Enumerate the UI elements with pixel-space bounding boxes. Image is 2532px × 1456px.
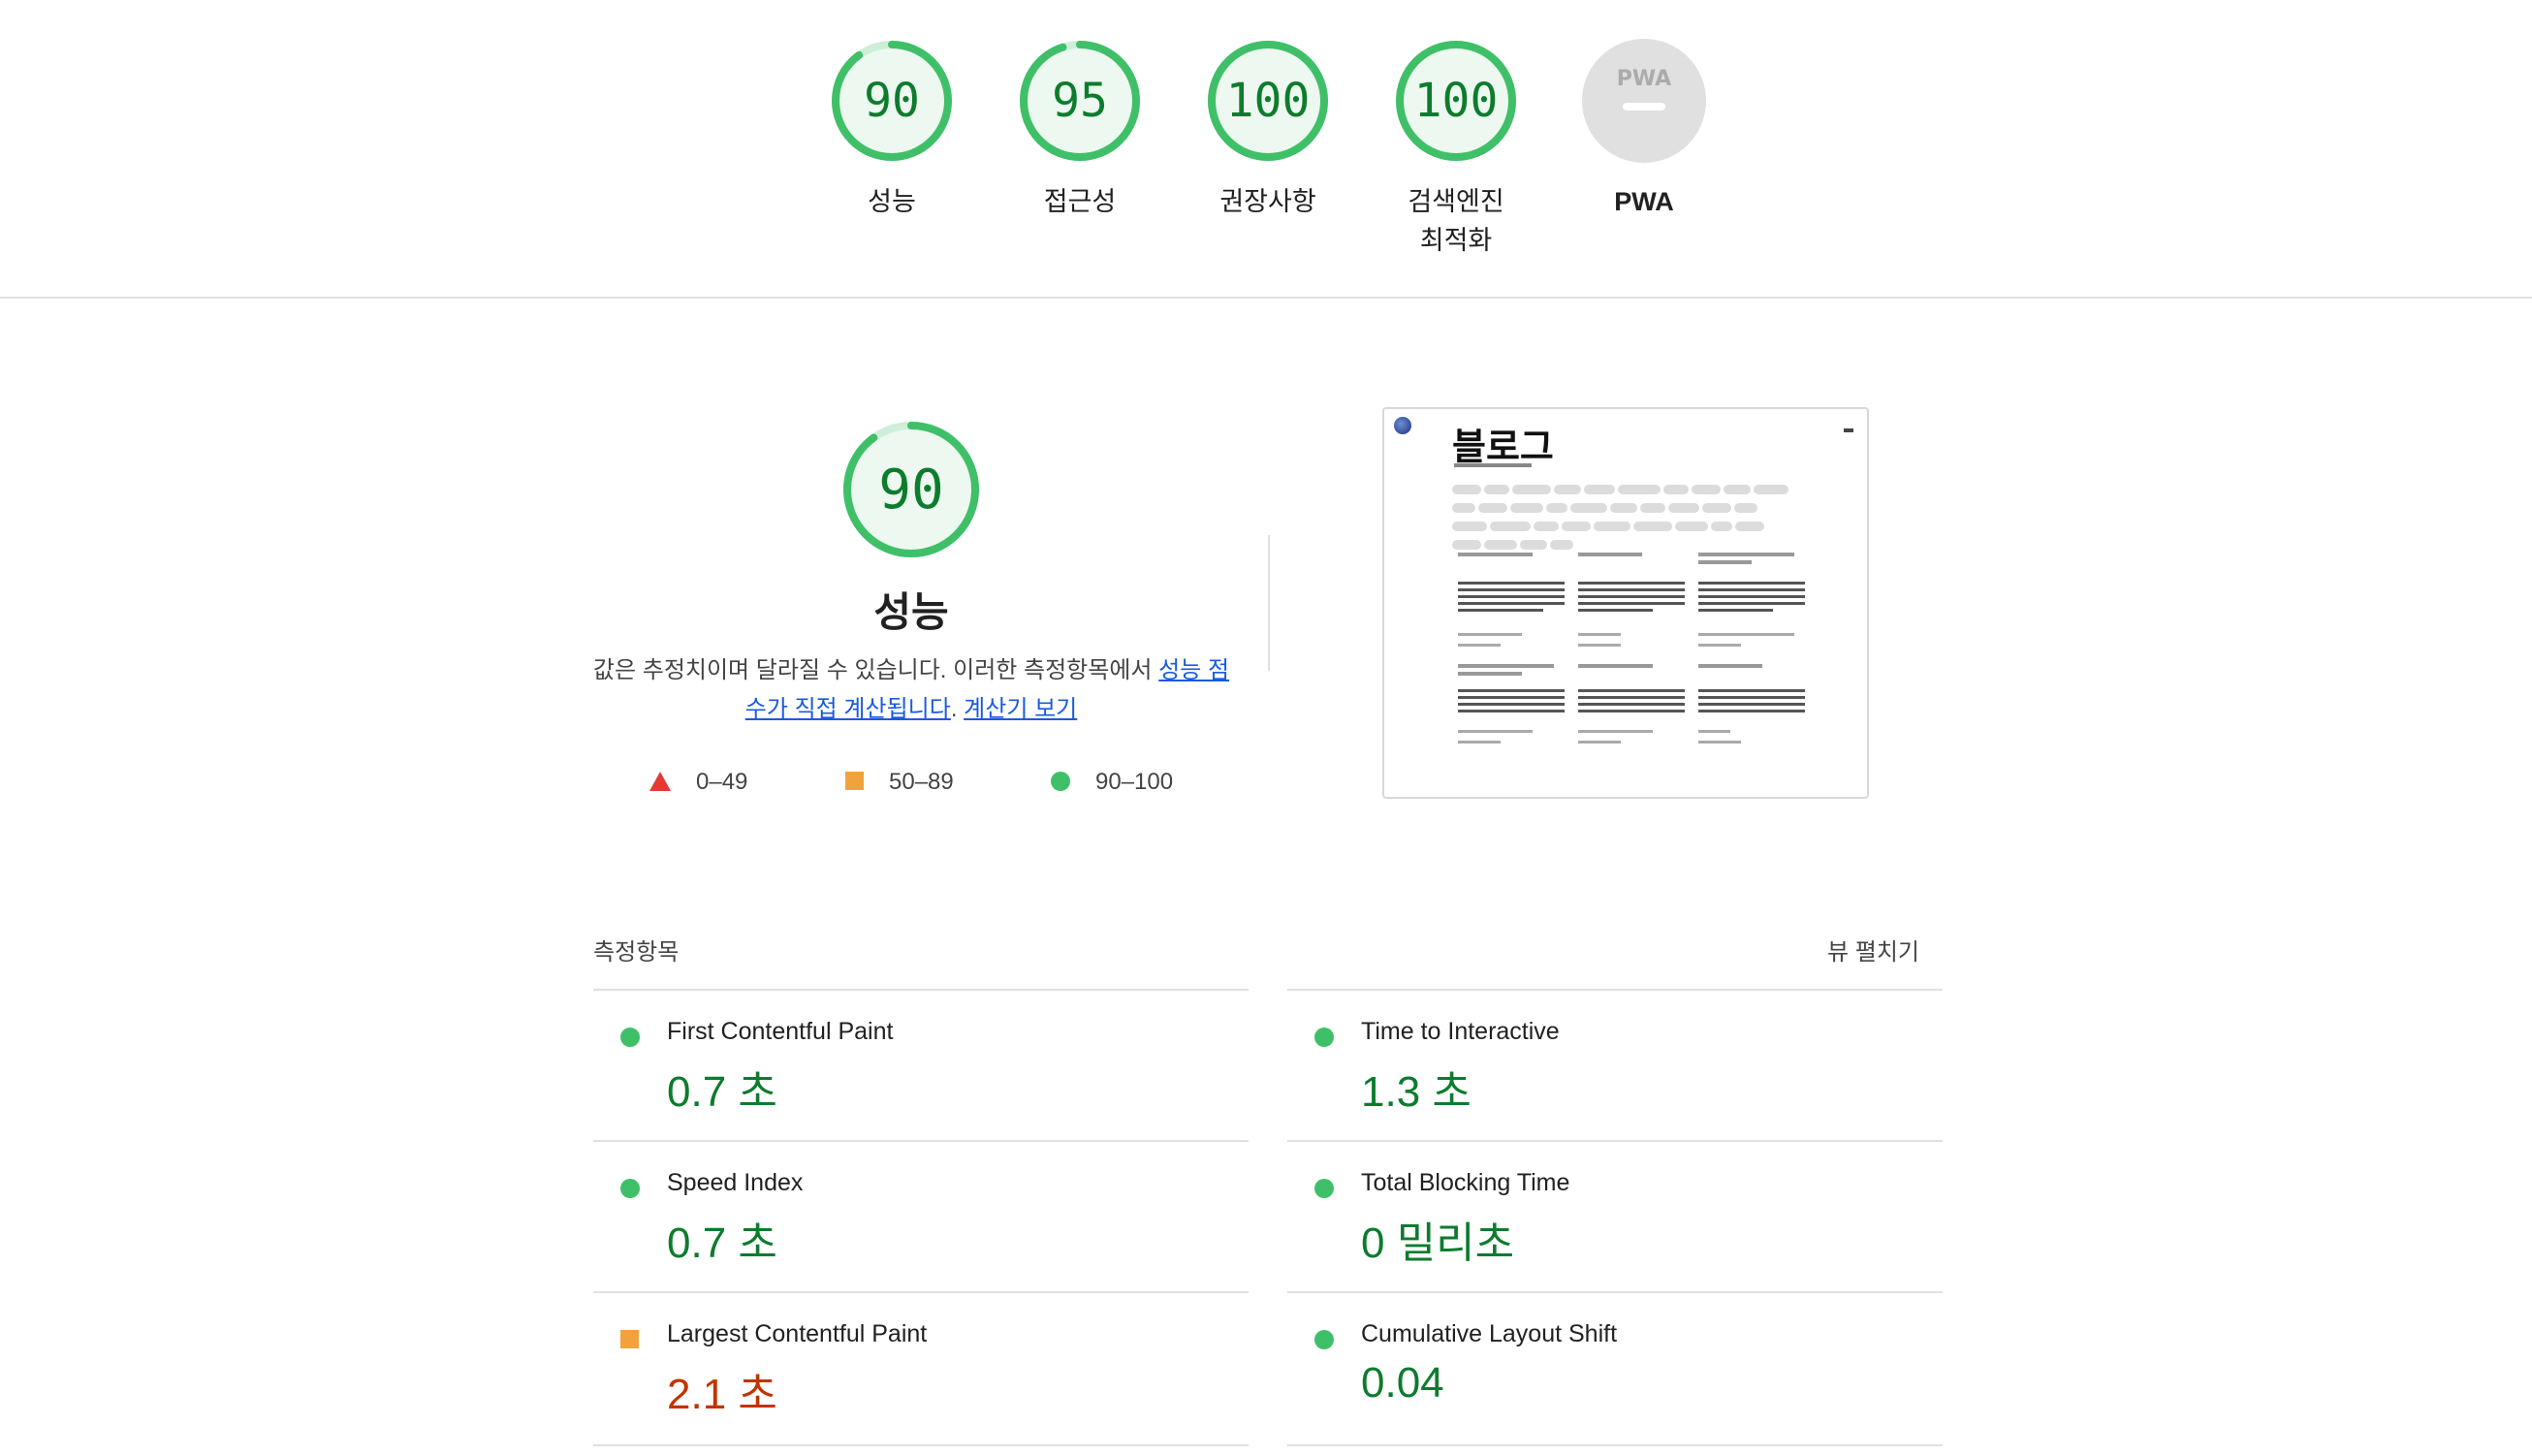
gauge-performance[interactable]: 90 성능 [795,37,989,221]
gauge-label: 접근성 [1043,187,1117,216]
gauge-label-line1: 검색엔진 [1408,187,1504,216]
gauge-seo[interactable]: 100 검색엔진 최적화 [1359,37,1553,260]
legend-label: 90–100 [1095,769,1174,795]
metric-time-to-interactive[interactable]: Time to Interactive 1.3 초 [1287,989,1943,1140]
pass-circle-icon [1314,1179,1334,1198]
gauge-label-line2: 최적화 [1419,226,1493,255]
metric-value: 0.7 초 [667,1068,777,1116]
legend-label: 0–49 [696,769,748,795]
average-square-icon [620,1330,639,1348]
metrics-heading: 측정항목 [593,939,680,965]
metric-name: Largest Contentful Paint [667,1320,928,1347]
gauge-score: 100 [1226,74,1311,128]
legend-item-average: 50–89 [845,766,954,799]
performance-gauge: 90 [839,417,984,562]
metric-total-blocking-time[interactable]: Total Blocking Time 0 밀리초 [1287,1140,1943,1291]
performance-score: 90 [878,459,943,522]
pass-circle-icon [1314,1330,1334,1349]
metric-first-contentful-paint[interactable]: First Contentful Paint 0.7 초 [593,989,1249,1140]
legend-item-poor: 0–49 [649,766,747,799]
gauge-pwa[interactable]: PWA PWA [1547,37,1741,221]
expand-view-toggle[interactable]: 뷰 펼치기 [1827,933,1919,966]
pass-circle-icon [620,1028,640,1047]
final-screenshot[interactable]: 블로그 [1382,407,1869,799]
pass-circle-icon [620,1179,640,1198]
gauge-label: PWA [1614,187,1674,216]
gauge-score: 95 [1052,74,1108,128]
metric-name: Speed Index [667,1169,804,1196]
performance-description: 값은 추정치이며 달라질 수 있습니다. 이러한 측정항목에서 성능 점수가 직… [591,651,1231,729]
description-text: 값은 추정치이며 달라질 수 있습니다. 이러한 측정항목에서 [592,657,1159,683]
legend-label: 50–89 [889,769,954,795]
gauge-score: 100 [1414,74,1499,128]
metric-name: First Contentful Paint [667,1018,894,1045]
metric-largest-contentful-paint[interactable]: Largest Contentful Paint 2.1 초 [593,1291,1249,1446]
legend-item-good: 90–100 [1051,766,1173,799]
metric-name: Time to Interactive [1361,1018,1560,1045]
gauge-ring: 95 [1020,41,1140,161]
pwa-logo-text: PWA [1617,67,1671,91]
pwa-badge-icon: PWA [1582,39,1706,163]
triangle-icon [649,772,671,791]
metric-name: Cumulative Layout Shift [1361,1320,1618,1347]
gauge-label: 성능 [868,187,916,216]
metric-name: Total Blocking Time [1361,1169,1570,1196]
gauge-ring: 90 [832,41,952,161]
thumbnail-subtitle [1454,463,1532,467]
pass-circle-icon [1314,1028,1334,1047]
metric-value: 0.04 [1361,1359,1444,1407]
performance-gauge-ring: 90 [843,422,979,557]
gauge-best-practices[interactable]: 100 권장사항 [1171,37,1365,221]
metric-speed-index[interactable]: Speed Index 0.7 초 [593,1140,1249,1291]
gauge-label: 권장사항 [1219,187,1316,216]
thumbnail-tags [1452,485,1791,558]
description-separator: . [950,696,965,722]
metric-value: 2.1 초 [667,1371,777,1418]
metric-value: 0.7 초 [667,1219,777,1267]
gauge-label: 검색엔진 최적화 [1359,182,1553,260]
thumbnail-corner-mark [1844,428,1853,432]
thumbnail-title: 블로그 [1452,426,1554,468]
avatar [1394,417,1411,434]
divider [1268,535,1270,671]
gauge-ring: 100 [1396,41,1516,161]
metric-cumulative-layout-shift[interactable]: Cumulative Layout Shift 0.04 [1287,1291,1943,1446]
metric-value: 0 밀리초 [1361,1219,1515,1267]
score-legend: 0–49 50–89 90–100 [640,766,1221,799]
category-gauges: 90 성능 95 접근성 100 권장사항 100 검색엔진 최적화 PWA P… [0,0,2532,299]
circle-icon [1051,772,1070,791]
calculator-link[interactable]: 계산기 보기 [964,696,1077,722]
gauge-ring: 100 [1208,41,1328,161]
square-icon [845,772,864,790]
metric-value: 1.3 초 [1361,1068,1472,1116]
performance-title: 성능 [873,589,949,635]
gauge-score: 90 [864,74,920,128]
gauge-accessibility[interactable]: 95 접근성 [983,37,1177,221]
